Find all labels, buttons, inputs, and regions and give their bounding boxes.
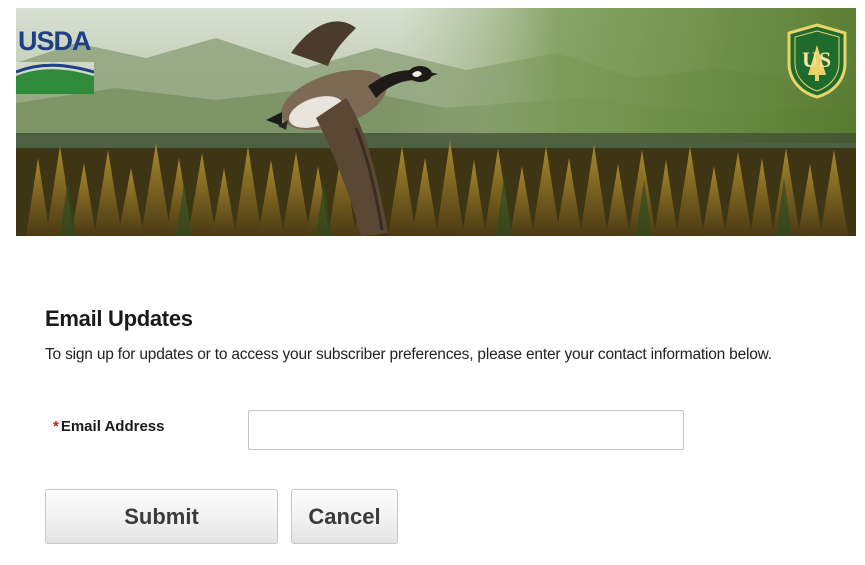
cancel-button[interactable]: Cancel [291, 489, 398, 544]
intro-text: To sign up for updates or to access your… [45, 346, 772, 363]
email-address-input[interactable] [248, 410, 684, 450]
page: USDA US Email Updates To sign up for upd… [0, 0, 865, 565]
banner-scene [16, 8, 856, 236]
email-label: * Email Address [53, 418, 165, 435]
usda-logo-text: USDA [18, 26, 92, 56]
email-label-text: Email Address [60, 418, 165, 435]
forest-service-shield-text: US [801, 47, 833, 72]
page-title: Email Updates [45, 306, 193, 331]
header-banner: USDA US [16, 8, 856, 236]
submit-button[interactable]: Submit [45, 489, 278, 544]
forest-service-shield-icon: US [786, 23, 848, 99]
usda-logo: USDA [16, 26, 96, 94]
required-marker: * [53, 418, 59, 435]
usda-logo-mark [16, 62, 94, 94]
